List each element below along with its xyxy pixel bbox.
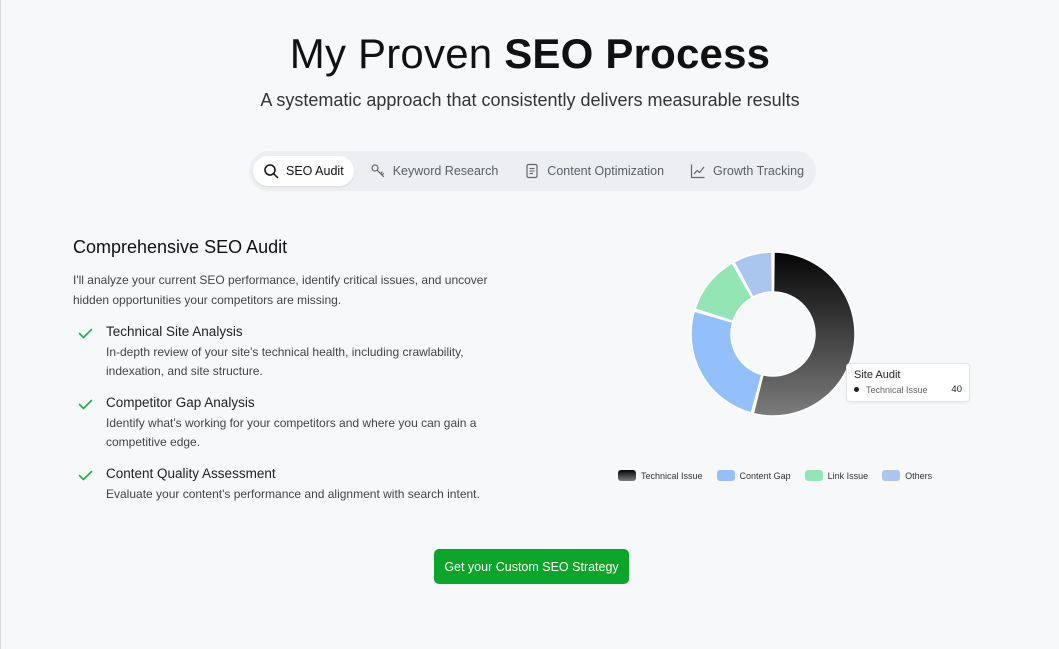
slice-content-gap[interactable] [690, 310, 763, 415]
tooltip-title: Site Audit [854, 369, 901, 381]
legend-item-content-gap[interactable]: Content Gap [716, 470, 791, 481]
feature-title: Technical Site Analysis [106, 324, 243, 339]
legend-item-technical-issue[interactable]: Technical Issue [618, 470, 703, 481]
legend-label: Technical Issue [641, 470, 703, 481]
feature-description: In-depth review of your site's technical… [106, 345, 464, 378]
tooltip-row: Technical Issue 40 [854, 384, 962, 395]
tooltip-label: Technical Issue [866, 384, 928, 395]
tab-content-optimization[interactable]: Content Optimization [514, 156, 674, 186]
page-title-bold: SEO Process [504, 30, 771, 77]
legend-label: Others [905, 470, 933, 481]
feature-item: Content Quality Assessment Evaluate your… [73, 466, 513, 504]
tooltip-dot [854, 387, 859, 392]
legend-swatch [882, 470, 901, 481]
panel-intro: I'll analyze your current SEO performanc… [73, 273, 488, 307]
audit-donut-chart [690, 251, 856, 417]
tab-label: Growth Tracking [713, 164, 805, 178]
feature-description: Identify what's working for your competi… [106, 416, 477, 449]
line-chart-icon [690, 164, 705, 179]
tab-seo-audit[interactable]: SEO Audit [253, 156, 354, 186]
legend-swatch [804, 470, 823, 481]
page-subtitle: A systematic approach that consistently … [260, 90, 800, 110]
legend-swatch [716, 470, 735, 481]
legend-item-others[interactable]: Others [882, 470, 932, 481]
legend-item-link-issue[interactable]: Link Issue [804, 470, 869, 481]
legend-label: Link Issue [827, 470, 869, 481]
tab-label: Keyword Research [392, 164, 499, 178]
feature-description: Evaluate your content's performance and … [106, 487, 480, 501]
tab-label: SEO Audit [286, 164, 344, 178]
audit-panel: Comprehensive SEO Audit I'll analyze you… [73, 237, 513, 504]
document-icon [526, 163, 538, 179]
process-tabs: SEO Audit Keyword Research Content Optim… [249, 151, 816, 191]
check-icon [78, 328, 93, 339]
chart-legend: Technical Issue Content Gap Link Issue O… [618, 470, 932, 481]
tab-growth-tracking[interactable]: Growth Tracking [680, 156, 814, 186]
search-icon [264, 164, 279, 179]
feature-title: Content Quality Assessment [106, 466, 276, 481]
check-icon [78, 399, 93, 410]
feature-item: Technical Site Analysis In-depth review … [73, 324, 513, 381]
feature-item: Competitor Gap Analysis Identify what's … [73, 395, 513, 452]
feature-title: Competitor Gap Analysis [106, 395, 255, 410]
key-icon [371, 164, 384, 178]
panel-heading: Comprehensive SEO Audit [73, 237, 288, 257]
get-strategy-button[interactable]: Get your Custom SEO Strategy [434, 549, 629, 584]
page-title: My Proven SEO Process [1, 30, 1059, 78]
check-icon [78, 470, 93, 481]
legend-label: Content Gap [739, 470, 791, 481]
legend-swatch [618, 470, 636, 481]
tooltip-value: 40 [951, 384, 962, 395]
page-title-light: My Proven [289, 30, 505, 77]
tab-label: Content Optimization [547, 164, 665, 178]
tab-keyword-research[interactable]: Keyword Research [360, 156, 509, 186]
chart-tooltip: Site Audit Technical Issue 40 [846, 363, 970, 402]
